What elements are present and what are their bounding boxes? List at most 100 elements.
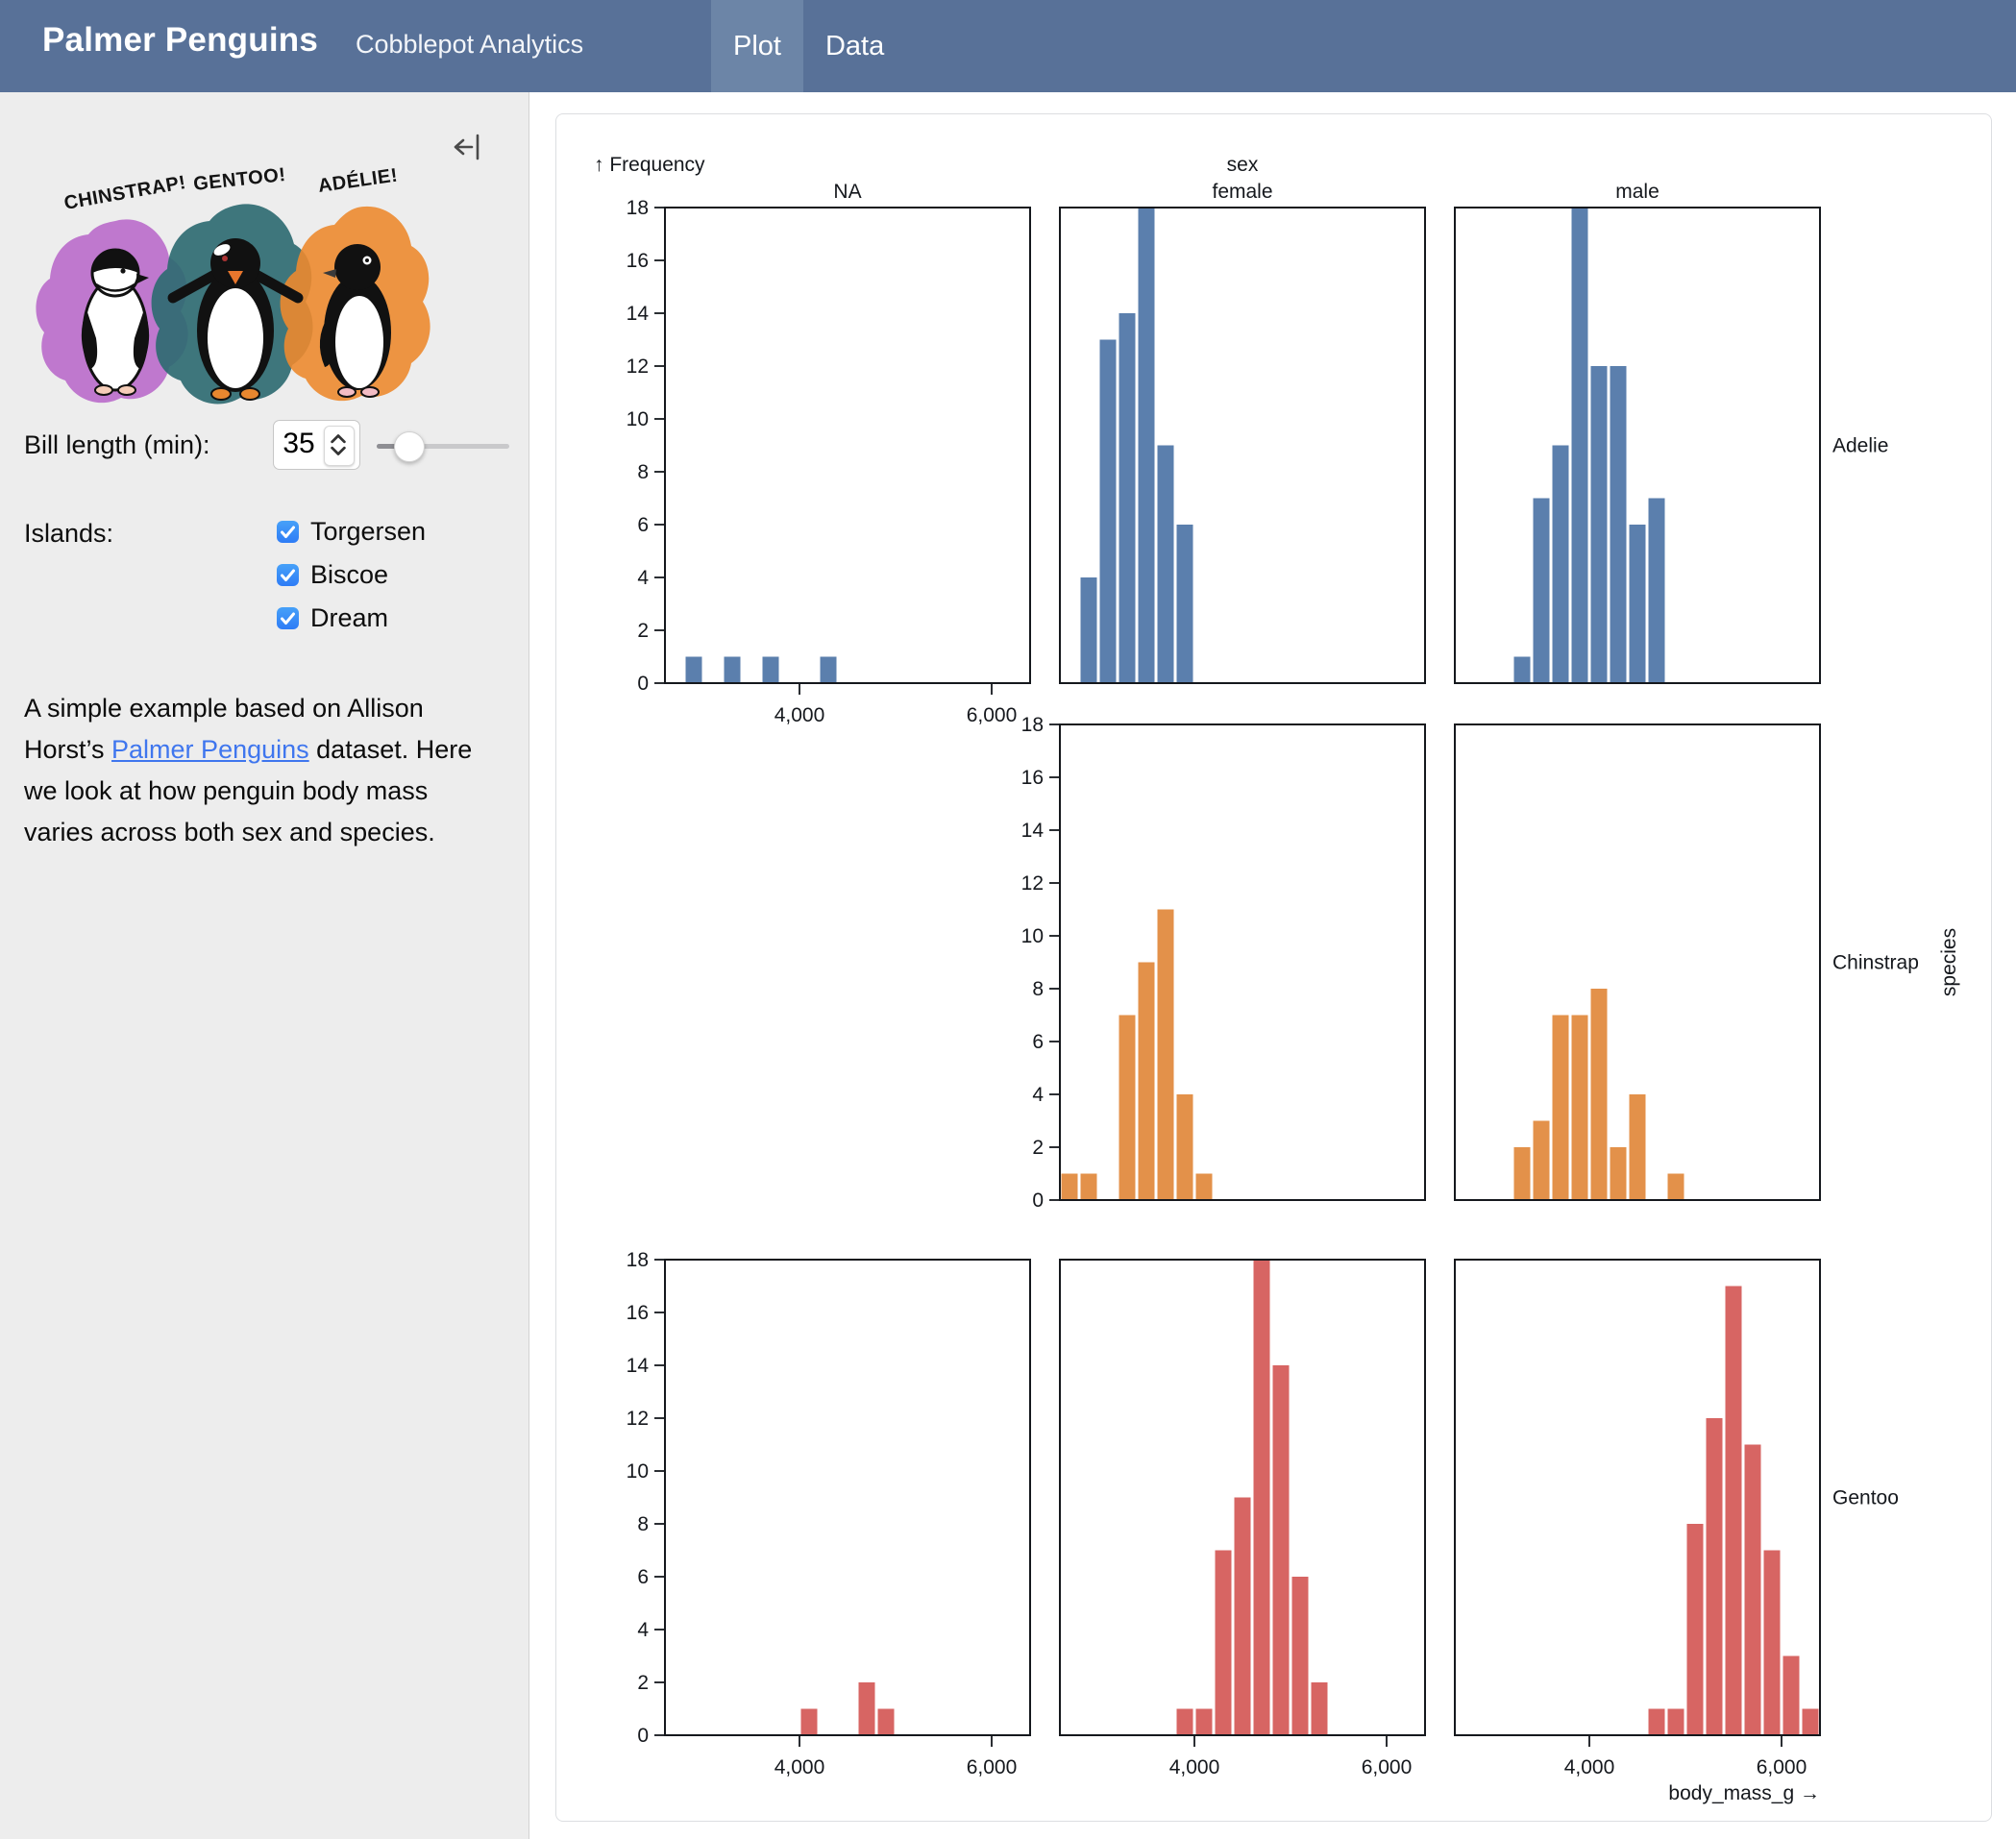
histogram-bar (1668, 1174, 1684, 1201)
histogram-bar (859, 1682, 875, 1735)
x-tick-label: 6,000 (967, 1756, 1018, 1778)
app: Palmer Penguins Cobblepot Analytics Plot… (0, 0, 2016, 1839)
tab-plot[interactable]: Plot (711, 0, 803, 92)
island-row-dream: Dream (277, 605, 388, 630)
histogram-bar (1591, 989, 1608, 1200)
plot-card: 0246810121416180246810121416180246810121… (555, 113, 1992, 1822)
histogram-bar (1745, 1445, 1761, 1736)
x-axis-title: body_mass_g → (1668, 1782, 1820, 1804)
y-tick-label: 16 (1021, 767, 1044, 789)
facet-histogram-plot: 0246810121416180246810121416180246810121… (556, 114, 1993, 1823)
x-tick-label: 6,000 (1757, 1756, 1807, 1778)
histogram-bar (1177, 1709, 1193, 1736)
histogram-bar (1514, 657, 1531, 684)
y-tick-label: 4 (637, 1619, 649, 1641)
histogram-bar (1707, 1418, 1723, 1735)
y-tick-label: 6 (637, 1566, 649, 1588)
histogram-bar (878, 1709, 895, 1736)
nav-tabs: Plot Data (711, 0, 906, 92)
histogram-bar (1158, 910, 1174, 1201)
x-tick-label: 6,000 (1362, 1756, 1413, 1778)
histogram-bar (1139, 963, 1155, 1201)
y-tick-label: 6 (637, 514, 649, 536)
check-icon (283, 614, 294, 624)
y-tick-label: 18 (627, 197, 649, 219)
y-tick-label: 16 (627, 250, 649, 272)
bill-length-input[interactable]: 35 (273, 420, 360, 470)
y-tick-label: 14 (1021, 820, 1045, 842)
y-tick-label: 12 (1021, 872, 1044, 895)
check-icon (283, 527, 294, 537)
check-icon (283, 571, 294, 580)
histogram-bar (1649, 499, 1665, 684)
y-axis-title: ↑ Frequency (594, 154, 705, 176)
chinstrap-penguin (82, 250, 149, 395)
main-area: 0246810121416180246810121416180246810121… (529, 92, 2016, 1839)
adelie-label: ADÉLIE! (316, 164, 399, 197)
bill-length-value: 35 (274, 428, 324, 460)
facet-x-axis-label: sex (1227, 154, 1259, 176)
facet-column-label-female: female (1212, 181, 1272, 203)
facet-frame (665, 208, 1030, 683)
island-label-biscoe: Biscoe (310, 560, 388, 590)
y-tick-label: 14 (627, 1355, 650, 1377)
histogram-bar (1668, 1709, 1684, 1736)
y-tick-label: 0 (637, 673, 649, 695)
histogram-bar (1177, 525, 1193, 683)
y-tick-label: 16 (627, 1302, 649, 1324)
facet-y-axis-label: species (1938, 928, 1960, 996)
y-tick-label: 4 (637, 567, 649, 589)
histogram-bar (1726, 1287, 1742, 1736)
histogram-bar (1553, 1016, 1569, 1201)
island-label-dream: Dream (310, 603, 388, 633)
histogram-bar (1610, 1147, 1627, 1200)
histogram-bar (1273, 1365, 1290, 1735)
x-tick-label: 4,000 (774, 704, 825, 726)
histogram-bar (1139, 208, 1155, 683)
histogram-bar (1572, 1016, 1588, 1201)
histogram-bar (1177, 1094, 1193, 1200)
y-tick-label: 18 (627, 1249, 649, 1271)
gentoo-label: GENTOO! (192, 164, 286, 195)
checkbox-dream[interactable] (277, 607, 299, 629)
bill-length-stepper[interactable] (324, 426, 355, 466)
palmer-penguins-link[interactable]: Palmer Penguins (111, 735, 309, 764)
histogram-bar (1534, 1121, 1550, 1201)
histogram-bar (1119, 1016, 1136, 1201)
y-tick-label: 10 (627, 1460, 649, 1483)
histogram-bar (763, 657, 779, 684)
app-title: Palmer Penguins (42, 21, 318, 60)
y-tick-label: 8 (637, 1513, 649, 1535)
bill-length-slider[interactable] (377, 420, 509, 470)
sidebar-collapse-icon[interactable] (452, 131, 484, 163)
histogram-bar (1235, 1498, 1251, 1736)
histogram-bar (1610, 366, 1627, 683)
slider-thumb[interactable] (394, 431, 425, 462)
histogram-bar (1158, 446, 1174, 684)
histogram-bar (1764, 1551, 1781, 1736)
histogram-bar (1630, 525, 1646, 683)
tab-data[interactable]: Data (803, 0, 906, 92)
island-row-biscoe: Biscoe (277, 562, 388, 587)
facet-column-label-na: NA (833, 181, 861, 203)
app-header: Palmer Penguins Cobblepot Analytics Plot… (0, 0, 2016, 92)
histogram-bar (1591, 366, 1608, 683)
histogram-bar (1292, 1577, 1309, 1735)
x-tick-label: 6,000 (967, 704, 1018, 726)
bill-length-label: Bill length (min): (24, 430, 210, 460)
checkbox-torgersen[interactable] (277, 521, 299, 543)
y-tick-label: 8 (637, 461, 649, 483)
checkbox-biscoe[interactable] (277, 564, 299, 586)
sidebar: CHINSTRAP! GENTOO! ADÉLIE! Bill length (… (0, 92, 529, 1839)
islands-label: Islands: (24, 519, 113, 549)
stepper-down-icon (332, 448, 345, 454)
y-tick-label: 2 (637, 620, 649, 642)
y-tick-label: 2 (1032, 1137, 1044, 1159)
histogram-bar (1783, 1656, 1800, 1736)
histogram-bar (1514, 1147, 1531, 1200)
y-tick-label: 2 (637, 1672, 649, 1694)
histogram-bar (686, 657, 702, 684)
histogram-bar (1081, 577, 1097, 683)
y-tick-label: 14 (627, 303, 650, 325)
facet-row-label-chinstrap: Chinstrap (1832, 952, 1919, 974)
